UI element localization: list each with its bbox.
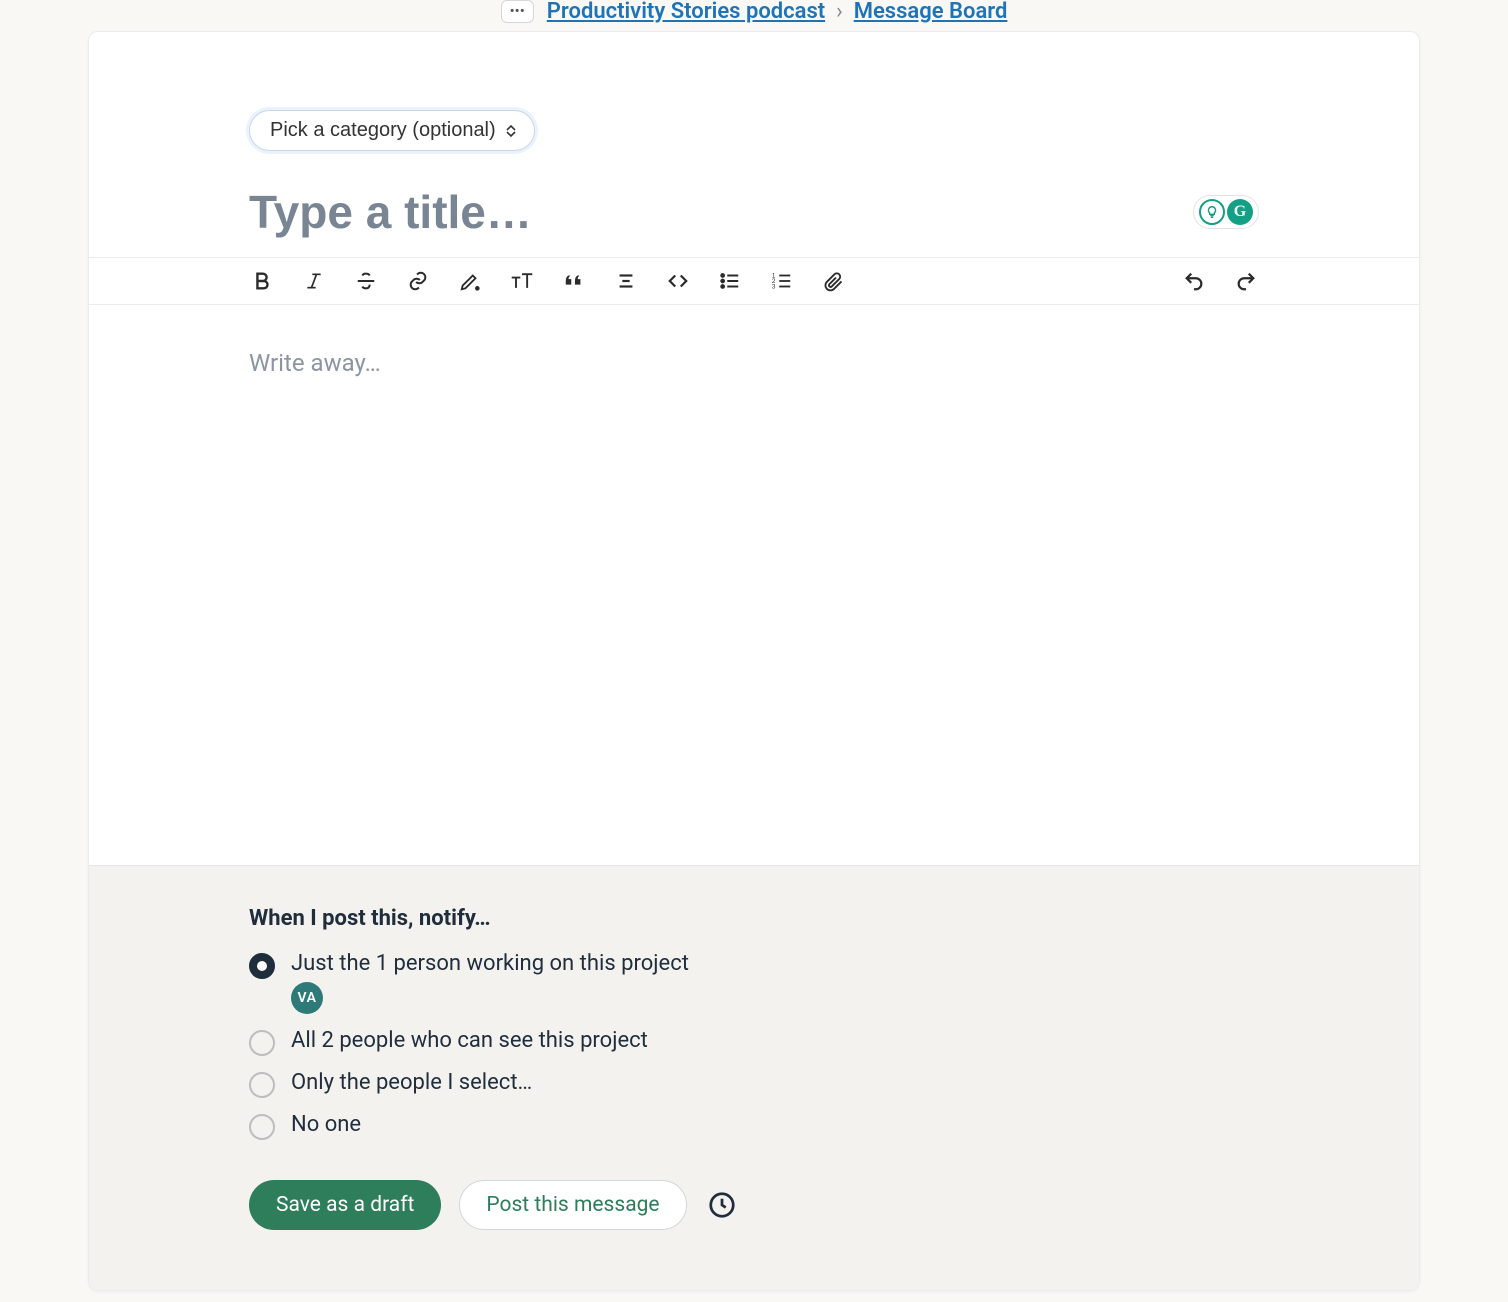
post-message-button[interactable]: Post this message (459, 1180, 686, 1230)
bold-button[interactable] (249, 268, 275, 294)
redo-button[interactable] (1233, 268, 1259, 294)
category-picker[interactable]: Pick a category (optional) (249, 110, 535, 151)
bulb-icon (1199, 199, 1225, 225)
breadcrumb-separator: › (836, 0, 843, 24)
grammarly-badge[interactable]: G (1193, 195, 1259, 229)
code-button[interactable] (665, 268, 691, 294)
editor-body[interactable] (89, 305, 1419, 865)
attachment-button[interactable] (821, 268, 847, 294)
italic-button[interactable] (301, 268, 327, 294)
notify-radio-all-people[interactable] (249, 1030, 275, 1056)
quote-button[interactable] (561, 268, 587, 294)
bullet-list-button[interactable] (717, 268, 743, 294)
notify-label-only-select: Only the people I select… (291, 1070, 532, 1095)
breadcrumb: ••• Productivity Stories podcast › Messa… (88, 0, 1420, 31)
notify-heading: When I post this, notify… (249, 906, 1259, 931)
notify-radio-no-one[interactable] (249, 1114, 275, 1140)
undo-button[interactable] (1181, 268, 1207, 294)
notify-label-no-one: No one (291, 1112, 361, 1137)
schedule-button[interactable] (705, 1188, 739, 1222)
save-draft-button[interactable]: Save as a draft (249, 1180, 441, 1230)
align-button[interactable] (613, 268, 639, 294)
highlight-button[interactable] (457, 268, 483, 294)
clock-icon (707, 1190, 737, 1220)
numbered-list-button[interactable]: 123 (769, 268, 795, 294)
editor-toolbar: 123 (89, 257, 1419, 305)
breadcrumb-chip[interactable]: ••• (501, 0, 534, 23)
breadcrumb-project-link[interactable]: Productivity Stories podcast (547, 0, 825, 24)
strikethrough-button[interactable] (353, 268, 379, 294)
breadcrumb-section-link[interactable]: Message Board (854, 0, 1008, 24)
grammarly-icon: G (1227, 199, 1253, 225)
notify-radio-only-select[interactable] (249, 1072, 275, 1098)
title-input[interactable] (249, 185, 1193, 239)
text-size-button[interactable] (509, 268, 535, 294)
notify-section: When I post this, notify… Just the 1 per… (89, 865, 1419, 1290)
message-composer-card: Pick a category (optional) G (88, 31, 1420, 1291)
notify-radio-just-working[interactable] (249, 953, 275, 979)
notify-label-just-working: Just the 1 person working on this projec… (291, 951, 689, 976)
notify-label-all-people: All 2 people who can see this project (291, 1028, 648, 1053)
avatar[interactable]: VA (291, 982, 323, 1014)
link-button[interactable] (405, 268, 431, 294)
svg-text:3: 3 (772, 283, 776, 290)
sort-icon (506, 125, 516, 137)
body-input[interactable] (249, 349, 1259, 377)
category-picker-label: Pick a category (optional) (270, 119, 496, 142)
